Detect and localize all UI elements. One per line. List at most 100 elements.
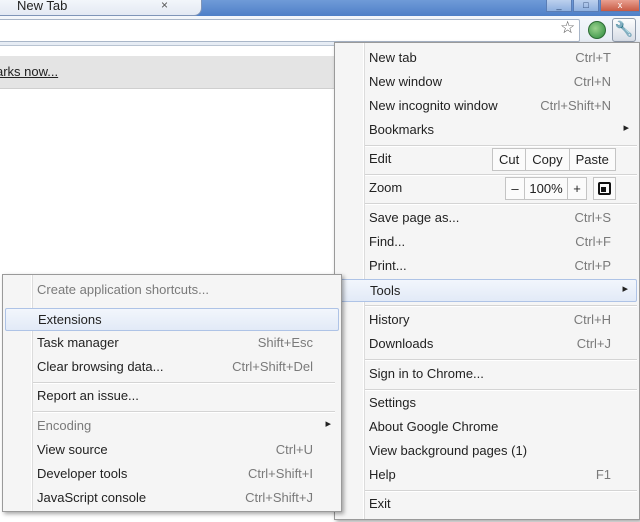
menu-item-label: Sign in to Chrome... — [369, 366, 484, 381]
menu-separator — [365, 203, 637, 205]
bookmark-bar: arks now... — [0, 56, 340, 89]
menu-item-shortcut: Ctrl+P — [574, 258, 611, 273]
menu-item-shortcut: Ctrl+T — [575, 50, 611, 65]
submenu-arrow-icon: ▸ — [325, 418, 331, 430]
menu-separator — [365, 305, 637, 307]
menu-item-label: Edit — [369, 151, 392, 166]
menu-separator — [365, 359, 637, 361]
menu-item-new-incognito-window[interactable]: New incognito window Ctrl+Shift+N — [337, 95, 637, 118]
import-bookmarks-link[interactable]: arks now... — [0, 64, 58, 79]
menu-item-save-page-as[interactable]: Save page as... Ctrl+S — [337, 207, 637, 230]
menu-item-label: Task manager — [37, 335, 119, 350]
paste-button[interactable]: Paste — [568, 149, 615, 170]
menu-item-label: Downloads — [369, 336, 434, 351]
menu-item-task-manager[interactable]: Task manager Shift+Esc — [5, 332, 339, 355]
menu-item-label: Bookmarks — [369, 122, 435, 137]
menu-item-shortcut: Shift+Esc — [257, 335, 313, 350]
menu-item-shortcut: Ctrl+H — [573, 312, 611, 327]
menu-item-downloads[interactable]: Downloads Ctrl+J — [337, 333, 637, 356]
menu-item-label: Tools — [370, 283, 401, 298]
menu-item-zoom: Zoom – 100% + — [337, 177, 637, 200]
tools-submenu: Create application shortcuts... Extensio… — [2, 274, 342, 512]
submenu-arrow-icon: ▸ — [622, 283, 628, 295]
menu-item-settings[interactable]: Settings — [337, 392, 637, 415]
menu-item-label: Clear browsing data... — [37, 359, 164, 374]
minimize-button[interactable]: _ — [546, 0, 572, 12]
menu-separator — [365, 145, 637, 147]
menu-item-bookmarks[interactable]: Bookmarks ▸ — [337, 119, 637, 142]
menu-separator — [365, 490, 637, 492]
menu-item-label: Save page as... — [369, 210, 460, 225]
menu-item-create-application-shortcuts: Create application shortcuts... — [5, 279, 339, 302]
zoom-out-button[interactable]: – — [506, 178, 524, 199]
menu-item-shortcut: Ctrl+N — [573, 74, 611, 89]
menu-item-javascript-console[interactable]: JavaScript console Ctrl+Shift+J — [5, 487, 339, 510]
menu-item-label: View source — [37, 442, 108, 457]
tab-new-tab[interactable]: × New Tab × — [0, 0, 202, 16]
tab-close-icon[interactable]: × — [161, 0, 168, 12]
menu-item-label: New incognito window — [369, 98, 498, 113]
menu-item-label: History — [369, 312, 410, 327]
omnibox[interactable] — [0, 19, 580, 42]
menu-item-label: View background pages (1) — [369, 443, 528, 458]
edit-button-group: Cut Copy Paste — [492, 148, 616, 171]
wrench-menu-button[interactable]: 🔧 — [612, 18, 636, 42]
menu-item-view-background-pages[interactable]: View background pages (1) — [337, 440, 637, 463]
menu-item-shortcut: Ctrl+S — [574, 210, 611, 225]
menu-item-help[interactable]: Help F1 — [337, 464, 637, 487]
cut-button[interactable]: Cut — [493, 149, 525, 170]
extension-icon[interactable] — [588, 21, 606, 39]
menu-item-history[interactable]: History Ctrl+H — [337, 309, 637, 332]
menu-item-developer-tools[interactable]: Developer tools Ctrl+Shift+I — [5, 463, 339, 486]
menu-item-edit: Edit Cut Copy Paste — [337, 148, 637, 171]
fullscreen-button[interactable] — [593, 177, 616, 200]
menu-item-sign-in[interactable]: Sign in to Chrome... — [337, 363, 637, 386]
menu-item-label: Settings — [369, 395, 416, 410]
tab-title: New Tab — [17, 0, 68, 13]
menu-item-shortcut: Ctrl+U — [275, 442, 313, 457]
zoom-in-button[interactable]: + — [568, 178, 586, 199]
menu-separator — [33, 411, 335, 413]
menu-item-label: Extensions — [38, 312, 102, 327]
menu-separator — [365, 174, 637, 176]
menu-item-label: Zoom — [369, 180, 403, 195]
menu-item-shortcut: Ctrl+Shift+N — [540, 98, 611, 113]
menu-item-label: JavaScript console — [37, 490, 147, 505]
menu-item-label: New window — [369, 74, 442, 89]
menu-item-label: Find... — [369, 234, 406, 249]
menu-item-label: Encoding — [37, 418, 92, 433]
menu-item-encoding[interactable]: Encoding ▸ — [5, 415, 339, 438]
menu-item-label: Print... — [369, 258, 407, 273]
zoom-level: 100% — [524, 178, 568, 199]
menu-item-label: New tab — [369, 50, 417, 65]
menu-item-label: Report an issue... — [37, 388, 139, 403]
menu-separator — [365, 389, 637, 391]
bookmark-star-icon[interactable]: ☆ — [560, 18, 575, 38]
fullscreen-icon — [598, 182, 611, 195]
menu-item-label: Exit — [369, 496, 391, 511]
menu-item-tools[interactable]: Tools ▸ — [337, 279, 637, 302]
menu-item-about-google-chrome[interactable]: About Google Chrome — [337, 416, 637, 439]
menu-item-exit[interactable]: Exit — [337, 493, 637, 516]
menu-separator — [33, 382, 335, 384]
menu-item-new-tab[interactable]: New tab Ctrl+T — [337, 47, 637, 70]
menu-item-find[interactable]: Find... Ctrl+F — [337, 231, 637, 254]
close-window-button[interactable]: x — [600, 0, 640, 12]
menu-item-shortcut: F1 — [595, 467, 611, 482]
menu-item-extensions[interactable]: Extensions — [5, 308, 339, 331]
window-controls: _ □ x — [545, 0, 640, 14]
menu-item-clear-browsing-data[interactable]: Clear browsing data... Ctrl+Shift+Del — [5, 356, 339, 379]
zoom-control: – 100% + — [505, 177, 587, 200]
menu-item-print[interactable]: Print... Ctrl+P — [337, 255, 637, 278]
title-bar: × New Tab × _ □ x — [0, 0, 640, 16]
menu-item-new-window[interactable]: New window Ctrl+N — [337, 71, 637, 94]
copy-button[interactable]: Copy — [525, 149, 568, 170]
menu-item-shortcut: Ctrl+F — [575, 234, 611, 249]
menu-item-view-source[interactable]: View source Ctrl+U — [5, 439, 339, 462]
menu-item-shortcut: Ctrl+Shift+J — [245, 490, 313, 505]
menu-item-label: Developer tools — [37, 466, 128, 481]
menu-item-report-an-issue[interactable]: Report an issue... — [5, 385, 339, 408]
menu-item-label: About Google Chrome — [369, 419, 499, 434]
menu-item-label: Help — [369, 467, 396, 482]
maximize-button[interactable]: □ — [573, 0, 599, 12]
